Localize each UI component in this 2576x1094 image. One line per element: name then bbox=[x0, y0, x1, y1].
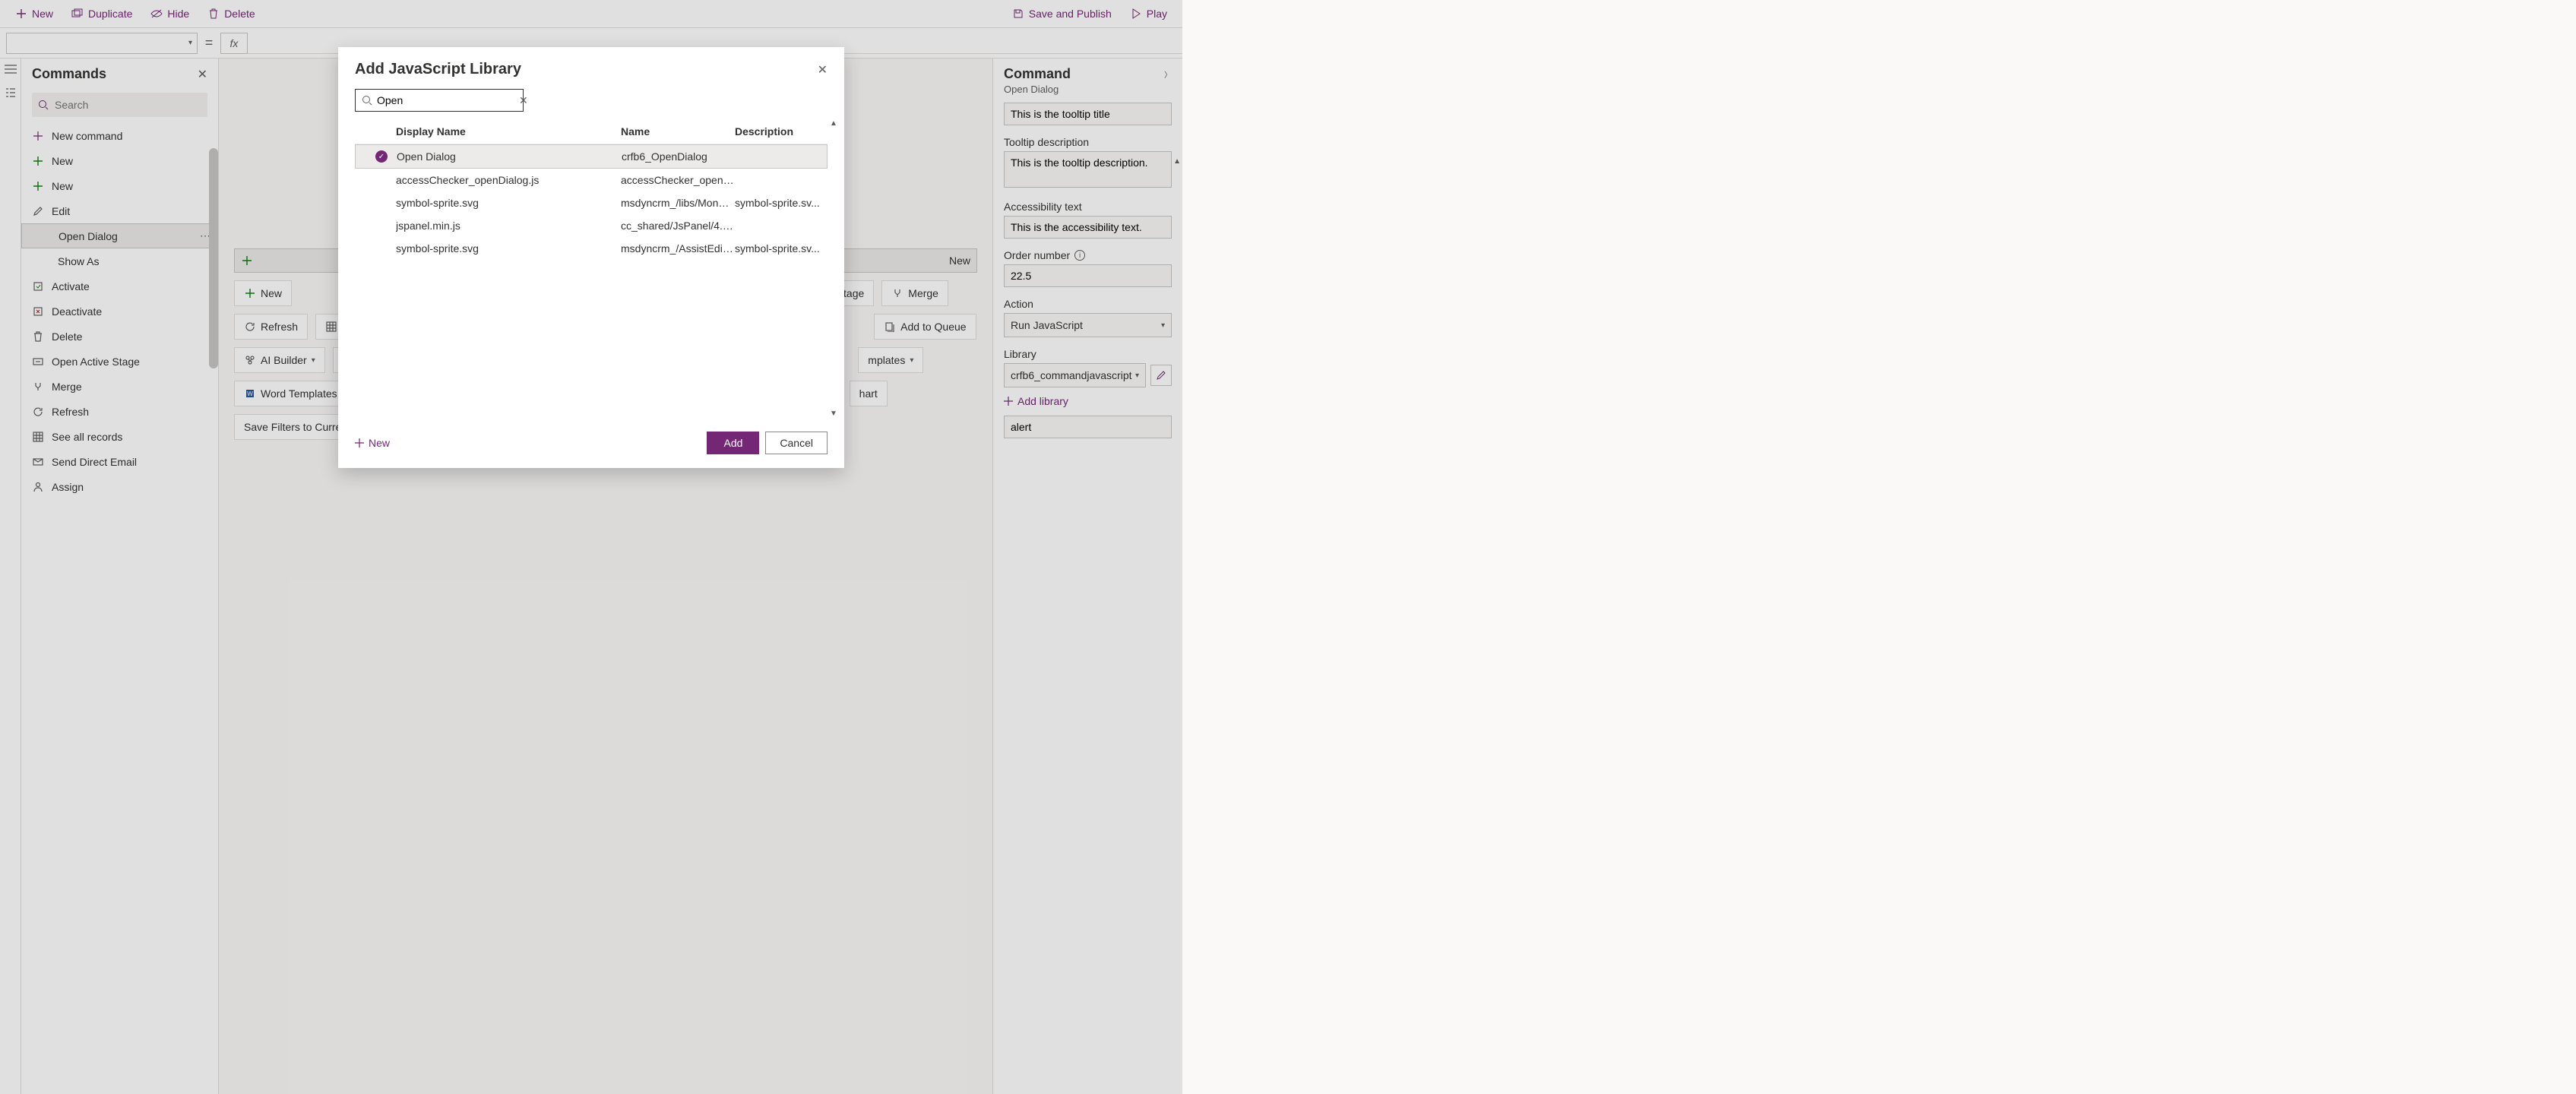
dialog-title: Add JavaScript Library bbox=[355, 61, 521, 78]
col-description[interactable]: Description bbox=[735, 125, 828, 138]
plus-icon bbox=[355, 438, 364, 447]
dialog-new-button[interactable]: New bbox=[355, 437, 390, 449]
scroll-down-icon[interactable]: ▼ bbox=[829, 409, 838, 418]
row-description: symbol-sprite.sv... bbox=[735, 242, 828, 255]
dialog-search[interactable]: ✕ bbox=[355, 89, 524, 112]
row-display-name: jspanel.min.js bbox=[396, 220, 621, 232]
scroll-up-icon[interactable]: ▲ bbox=[829, 119, 838, 128]
library-row[interactable]: symbol-sprite.svgmsdyncrm_/AssistEditCo.… bbox=[355, 237, 828, 260]
row-description: symbol-sprite.sv... bbox=[735, 197, 828, 209]
add-js-library-dialog: Add JavaScript Library ✕ ✕ Display Name … bbox=[338, 47, 844, 468]
row-checkbox[interactable]: ✓ bbox=[366, 150, 397, 163]
grid-scrollbar[interactable]: ▲ ▼ bbox=[829, 119, 838, 418]
row-display-name: symbol-sprite.svg bbox=[396, 242, 621, 255]
row-name: cc_shared/JsPanel/4.6.0/... bbox=[621, 220, 735, 232]
search-icon bbox=[362, 95, 372, 106]
col-display-name[interactable]: Display Name bbox=[396, 125, 621, 138]
row-display-name: symbol-sprite.svg bbox=[396, 197, 621, 209]
library-grid: Display Name Name Description ✓ Open Dial… bbox=[355, 119, 828, 418]
library-row[interactable]: symbol-sprite.svgmsdyncrm_/libs/Monaco..… bbox=[355, 191, 828, 214]
dialog-search-input[interactable] bbox=[377, 94, 514, 106]
row-name: accessChecker_openDial... bbox=[621, 174, 735, 186]
row-name: msdyncrm_/AssistEditCo... bbox=[621, 242, 735, 255]
row-display-name: accessChecker_openDialog.js bbox=[396, 174, 621, 186]
add-button[interactable]: Add bbox=[707, 432, 759, 454]
row-name: msdyncrm_/libs/Monaco... bbox=[621, 197, 735, 209]
library-row[interactable]: accessChecker_openDialog.jsaccessChecker… bbox=[355, 169, 828, 191]
cancel-button[interactable]: Cancel bbox=[765, 432, 828, 454]
clear-search-icon[interactable]: ✕ bbox=[519, 94, 528, 107]
library-row[interactable]: ✓ Open Dialogcrfb6_OpenDialog bbox=[355, 144, 828, 169]
row-name: crfb6_OpenDialog bbox=[622, 150, 736, 163]
col-name[interactable]: Name bbox=[621, 125, 735, 138]
library-row[interactable]: jspanel.min.jscc_shared/JsPanel/4.6.0/..… bbox=[355, 214, 828, 237]
checkmark-icon: ✓ bbox=[375, 150, 388, 163]
dialog-close-button[interactable]: ✕ bbox=[818, 62, 828, 77]
row-display-name: Open Dialog bbox=[397, 150, 622, 163]
